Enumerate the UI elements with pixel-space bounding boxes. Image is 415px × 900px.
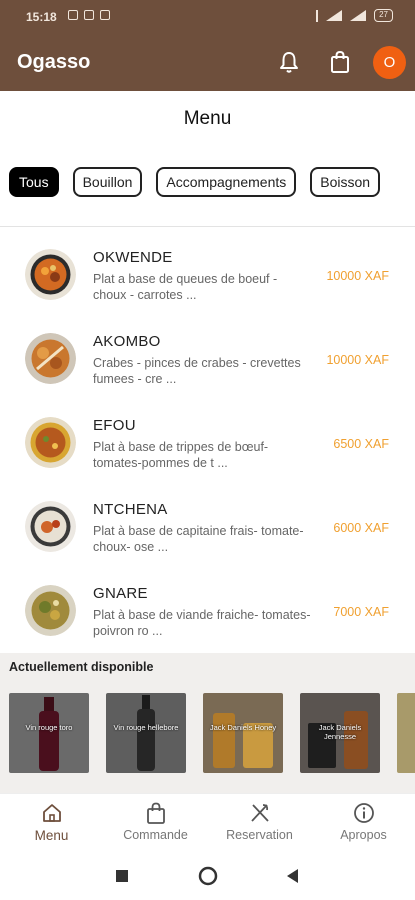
product-card[interactable]: Vin rouge hellebore: [106, 693, 186, 773]
system-nav-buttons: [116, 866, 298, 886]
menu-item-description: Crabes - pinces de crabes - crevettes fu…: [93, 356, 301, 386]
wine-bottle-icon: [39, 697, 59, 771]
nav-label: Commande: [123, 828, 188, 842]
bell-icon[interactable]: [279, 50, 299, 74]
product-name: Jack Daniels Jennesse: [318, 723, 362, 741]
menu-item[interactable]: AKOMBO Crabes - pinces de crabes - creve…: [0, 311, 415, 395]
menu-item-name: AKOMBO: [93, 333, 161, 350]
nav-label: Menu: [34, 828, 69, 843]
battery-icon: 27: [374, 9, 393, 22]
signal-icon: [350, 10, 367, 21]
bag-icon: [146, 802, 165, 824]
menu-item-name: EFOU: [93, 417, 136, 434]
product-name: Vin rouge toro: [25, 723, 73, 732]
menu-item-name: GNARE: [93, 585, 148, 602]
recents-icon[interactable]: [116, 870, 128, 882]
app-title: Ogasso: [17, 51, 91, 73]
system-nav-bar: [0, 851, 415, 900]
notification-icon: [84, 10, 94, 20]
menu-item-price: 10000 XAF: [326, 353, 389, 367]
nav-label: Reservation: [226, 828, 293, 842]
nav-item-commande[interactable]: Commande: [104, 802, 207, 842]
section-title: Actuellement disponible: [9, 660, 154, 674]
menu-item-price: 7000 XAF: [333, 605, 389, 619]
dish-photo: [25, 501, 76, 552]
menu-item-description: Plat à base de viande fraiche- tomates- …: [93, 608, 311, 638]
nav-item-menu[interactable]: Menu: [0, 802, 103, 843]
menu-item-price: 10000 XAF: [326, 269, 389, 283]
category-chip-tous[interactable]: Tous: [9, 167, 59, 197]
status-bar: 15:18 27: [0, 0, 415, 33]
dish-photo: [25, 417, 76, 468]
available-section: Actuellement disponible Vin rouge toro V…: [0, 653, 415, 793]
notification-icons: [68, 10, 110, 20]
status-time: 15:18: [26, 10, 57, 24]
menu-item-price: 6000 XAF: [333, 521, 389, 535]
menu-item-name: NTCHENA: [93, 501, 168, 518]
whiskey-bottle-icon: [213, 713, 273, 768]
app-bar: Ogasso O: [0, 33, 415, 91]
bottom-nav: Menu Commande Reservation Apropos: [0, 793, 415, 851]
product-name: Vin rouge hellebore: [113, 723, 179, 732]
product-name: Jack Daniels Honey: [209, 723, 277, 732]
menu-item-name: OKWENDE: [93, 249, 173, 266]
notification-icon: [100, 10, 110, 20]
menu-item[interactable]: EFOU Plat à base de trippes de bœuf- tom…: [0, 395, 415, 479]
menu-item-description: Plat à base de trippes de bœuf- tomates-…: [93, 440, 269, 470]
dish-photo: [25, 585, 76, 636]
wine-bottle-icon: [137, 695, 155, 771]
category-filter: Tous Bouillon Accompagnements Boisson: [9, 167, 415, 199]
home-icon: [42, 804, 61, 822]
bluetooth-icon: [309, 9, 319, 22]
product-card[interactable]: Jack Daniels Honey: [203, 693, 283, 773]
info-icon: [353, 803, 374, 823]
menu-item-description: Plat a base de queues de boeuf - choux -…: [93, 272, 278, 302]
menu-item-price: 6500 XAF: [333, 437, 389, 451]
nav-item-apropos[interactable]: Apropos: [312, 802, 415, 842]
back-icon[interactable]: [287, 869, 298, 883]
dish-photo: [25, 333, 76, 384]
menu-item[interactable]: NTCHENA Plat à base de capitaine frais- …: [0, 479, 415, 563]
signal-icon: [326, 10, 343, 21]
avatar[interactable]: O: [373, 46, 406, 79]
dish-photo: [25, 249, 76, 300]
nav-item-reservation[interactable]: Reservation: [208, 802, 311, 842]
page-title: Menu: [183, 108, 232, 129]
category-chip-bouillon[interactable]: Bouillon: [72, 167, 143, 197]
product-card[interactable]: Jack Daniels Jennesse: [300, 693, 380, 773]
category-chip-accompagnements[interactable]: Accompagnements: [156, 167, 297, 197]
home-button-icon[interactable]: [198, 866, 218, 886]
cart-icon[interactable]: [329, 50, 351, 74]
notification-icon: [68, 10, 78, 20]
menu-item[interactable]: OKWENDE Plat a base de queues de boeuf -…: [0, 227, 415, 311]
nav-label: Apropos: [340, 828, 387, 842]
menu-item[interactable]: GNARE Plat à base de viande fraiche- tom…: [0, 563, 415, 647]
utensils-icon: [250, 804, 269, 822]
available-carousel: Vin rouge toro Vin rouge hellebore Jack …: [9, 693, 415, 773]
menu-item-description: Plat à base de capitaine frais- tomate- …: [93, 524, 304, 554]
product-card[interactable]: Vin rouge toro: [9, 693, 89, 773]
menu-list: OKWENDE Plat a base de queues de boeuf -…: [0, 227, 415, 653]
category-chip-boisson[interactable]: Boisson: [310, 167, 381, 197]
product-card[interactable]: [397, 693, 415, 773]
